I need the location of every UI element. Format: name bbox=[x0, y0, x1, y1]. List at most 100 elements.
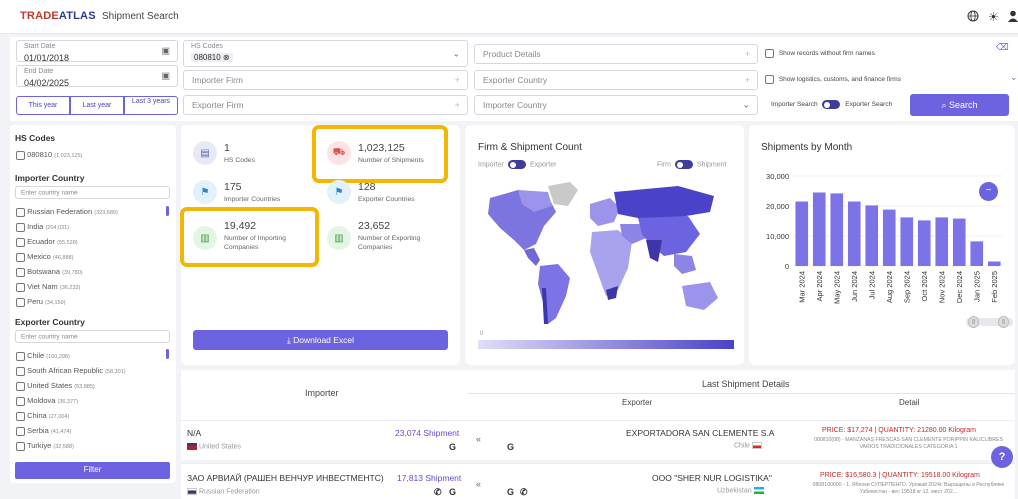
checkbox[interactable] bbox=[16, 150, 25, 160]
exporter-firm-field[interactable]: Exporter Firm + bbox=[183, 95, 468, 115]
checkbox[interactable] bbox=[16, 426, 25, 436]
plus-icon[interactable]: + bbox=[745, 49, 750, 59]
toggle-switch[interactable] bbox=[674, 160, 693, 169]
chevrons-left-icon[interactable]: « bbox=[476, 434, 481, 444]
show-logistics-option[interactable]: Show logistics, customs, and finance fir… bbox=[765, 75, 901, 84]
search-button[interactable]: ⌕ Search bbox=[910, 94, 1009, 116]
mode-toggle-switch[interactable] bbox=[822, 100, 841, 109]
bar-feb-2025[interactable] bbox=[987, 261, 1001, 267]
search-mode-toggle[interactable]: Importer Search Exporter Search bbox=[771, 100, 892, 109]
country-option[interactable]: Moldova (36,377) bbox=[16, 396, 78, 406]
country-option[interactable]: Russian Federation (323,689) bbox=[16, 207, 118, 217]
exporter-country-field[interactable]: Exporter Country + bbox=[474, 70, 758, 90]
end-date-field[interactable]: End Date 04/02/2025 ▣ bbox=[16, 65, 178, 88]
this-year-button[interactable]: This year bbox=[16, 96, 70, 115]
bar-sep-2024[interactable] bbox=[900, 217, 914, 266]
checkbox[interactable] bbox=[16, 297, 25, 307]
plus-icon[interactable]: + bbox=[745, 75, 750, 85]
toggle-switch[interactable] bbox=[508, 160, 527, 169]
bar-oct-2024[interactable] bbox=[917, 220, 931, 266]
checkbox[interactable] bbox=[16, 207, 25, 217]
phone-icon[interactable]: ✆ bbox=[434, 487, 442, 498]
checkbox[interactable] bbox=[16, 282, 25, 292]
calendar-icon[interactable]: ▣ bbox=[161, 46, 170, 57]
show-without-firm-option[interactable]: Show records without firm names bbox=[765, 49, 875, 58]
importer-name[interactable]: N/A bbox=[187, 428, 201, 438]
country-option[interactable]: Ecuador (55,528) bbox=[16, 237, 78, 247]
checkbox[interactable] bbox=[16, 267, 25, 277]
checkbox[interactable] bbox=[16, 351, 25, 361]
bar-nov-2024[interactable] bbox=[935, 217, 949, 266]
globe-icon[interactable] bbox=[967, 10, 979, 25]
checkbox[interactable] bbox=[16, 381, 25, 391]
eraser-icon[interactable]: ⌫ bbox=[996, 42, 1009, 53]
logo[interactable]: TRADEATLAS bbox=[20, 10, 96, 22]
user-icon[interactable] bbox=[1008, 10, 1018, 25]
scrollbar[interactable] bbox=[166, 206, 169, 216]
chevrons-left-icon[interactable]: « bbox=[476, 479, 481, 489]
checkbox[interactable] bbox=[16, 441, 25, 451]
bar-mar-2024[interactable] bbox=[795, 201, 809, 267]
shipment-count-link[interactable]: 17,813 Shipment bbox=[397, 473, 461, 483]
calendar-icon[interactable]: ▣ bbox=[161, 71, 170, 82]
range-handle-left[interactable]: || bbox=[968, 316, 979, 328]
bar-aug-2024[interactable] bbox=[882, 209, 896, 266]
importer-name[interactable]: ЗАО АРВИАЙ (РАШЕН ВЕНЧУР ИНВЕСТМЕНТС) bbox=[187, 473, 384, 483]
exporter-name[interactable]: OOO "SHER NUR LOGISTIKA" bbox=[652, 473, 772, 483]
zoom-out-button[interactable]: − bbox=[979, 182, 998, 201]
theme-sun-icon[interactable]: ☀ bbox=[988, 10, 999, 24]
plus-icon[interactable]: + bbox=[455, 100, 460, 110]
chevron-icon[interactable]: ⌄ bbox=[1010, 72, 1018, 83]
google-icon[interactable]: G bbox=[449, 442, 456, 452]
download-excel-button[interactable]: ⤓ Download Excel bbox=[193, 330, 448, 350]
checkbox[interactable] bbox=[16, 366, 25, 376]
importer-country-search[interactable]: Enter country name bbox=[15, 186, 170, 199]
google-icon[interactable]: G bbox=[449, 487, 456, 497]
shipments-bar-chart[interactable]: 0 10,000 20,000 30,000 Mar 2024 Apr 2024 May 2… bbox=[757, 168, 1013, 318]
checkbox[interactable] bbox=[16, 411, 25, 421]
chevron-down-icon[interactable]: ⌄ bbox=[742, 100, 750, 111]
help-button[interactable]: ? bbox=[991, 446, 1013, 468]
checkbox[interactable] bbox=[16, 396, 25, 406]
bar-jan-2025[interactable] bbox=[970, 241, 984, 266]
country-option[interactable]: Botswana (39,780) bbox=[16, 267, 83, 277]
shipment-count-link[interactable]: 23,074 Shipment bbox=[395, 428, 459, 438]
chevron-down-icon[interactable]: ⌄ bbox=[452, 48, 460, 59]
firm-shipment-toggle[interactable]: Firm Shipment bbox=[657, 160, 726, 169]
phone-icon[interactable]: ✆ bbox=[520, 487, 528, 498]
checkbox[interactable] bbox=[16, 222, 25, 232]
bar-may-2024[interactable] bbox=[830, 193, 844, 266]
country-option[interactable]: Turkiye (32,588) bbox=[16, 441, 74, 451]
hs-codes-field[interactable]: HS Codes 080810 ⊗ ⌄ bbox=[183, 40, 468, 67]
last-3-years-button[interactable]: Last 3 years bbox=[124, 96, 178, 115]
checkbox[interactable] bbox=[765, 49, 774, 58]
country-option[interactable]: Chile (160,298) bbox=[16, 351, 70, 361]
checkbox[interactable] bbox=[765, 75, 774, 84]
plus-icon[interactable]: + bbox=[455, 75, 460, 85]
country-option[interactable]: India (204,031) bbox=[16, 222, 69, 232]
country-option[interactable]: Serbia (41,474) bbox=[16, 426, 71, 436]
bar-apr-2024[interactable] bbox=[812, 192, 826, 267]
start-date-field[interactable]: Start Date 01/01/2018 ▣ bbox=[16, 40, 178, 63]
world-map[interactable] bbox=[478, 178, 734, 328]
country-option[interactable]: China (27,004) bbox=[16, 411, 69, 421]
country-option[interactable]: United States (53,885) bbox=[16, 381, 95, 391]
scrollbar[interactable] bbox=[166, 349, 169, 359]
country-option[interactable]: Mexico (46,888) bbox=[16, 252, 73, 262]
exporter-name[interactable]: EXPORTADORA SAN CLEMENTE S.A bbox=[626, 428, 774, 438]
bar-jun-2024[interactable] bbox=[847, 201, 861, 267]
importer-country-field[interactable]: Importer Country ⌄ bbox=[474, 95, 758, 115]
country-option[interactable]: South African Republic (58,301) bbox=[16, 366, 126, 376]
google-icon[interactable]: G bbox=[507, 487, 514, 497]
checkbox[interactable] bbox=[16, 252, 25, 262]
product-details-field[interactable]: Product Details + bbox=[474, 44, 758, 64]
country-option[interactable]: Peru (34,159) bbox=[16, 297, 66, 307]
exporter-country-search[interactable]: Enter country name bbox=[15, 330, 170, 343]
range-handle-right[interactable]: || bbox=[998, 316, 1009, 328]
google-icon[interactable]: G bbox=[507, 442, 514, 452]
bar-dec-2024[interactable] bbox=[952, 218, 966, 266]
hs-chip[interactable]: 080810 ⊗ bbox=[191, 52, 233, 62]
bar-jul-2024[interactable] bbox=[865, 205, 879, 266]
country-option[interactable]: Viet Nam (36,233) bbox=[16, 282, 80, 292]
importer-firm-field[interactable]: Importer Firm + bbox=[183, 70, 468, 90]
